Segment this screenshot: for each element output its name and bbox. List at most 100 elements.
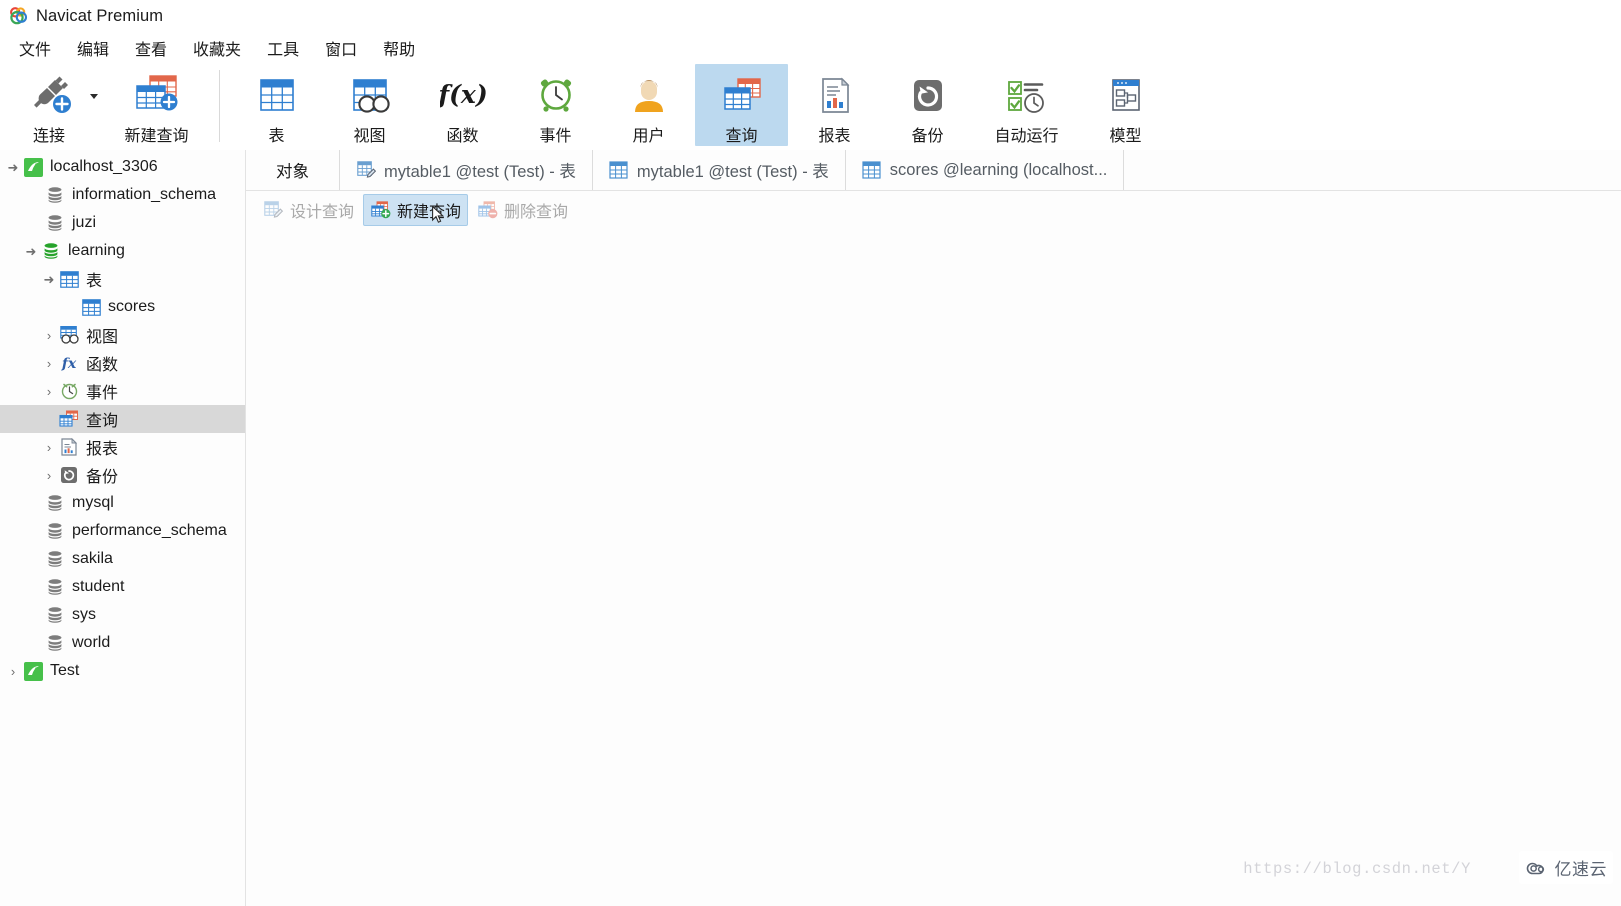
design-query-button[interactable]: 设计查询 [256, 195, 361, 225]
toolbar-button-model[interactable]: 模型 [1079, 64, 1172, 146]
tree-item-backups[interactable]: › 备份 [0, 461, 245, 489]
table-data-icon [609, 160, 629, 180]
menu-edit[interactable]: 编辑 [64, 33, 122, 63]
menu-file[interactable]: 文件 [6, 33, 64, 63]
chevron-right-icon[interactable]: › [40, 385, 58, 398]
chevron-down-icon[interactable]: ➜ [4, 161, 22, 174]
table-design-icon [356, 160, 376, 180]
tree-item-events[interactable]: › 事件 [0, 377, 245, 405]
tab-mytable1-data[interactable]: mytable1 @test (Test) - 表 [593, 150, 846, 190]
chevron-down-icon[interactable]: ➜ [40, 273, 58, 286]
new-query-button[interactable]: 新建查询 [363, 194, 469, 226]
tree-item-sakila[interactable]: › sakila [0, 545, 245, 573]
design-query-icon [263, 200, 285, 220]
tree-item-queries[interactable]: › 查询 [0, 405, 245, 433]
query-action-bar: 设计查询 新建查询 删除查询 [246, 191, 1621, 229]
twisty-spacer: › [62, 301, 80, 314]
tree-item-world[interactable]: › world [0, 629, 245, 657]
query-icon [719, 72, 765, 120]
tree-item-information-schema[interactable]: › information_schema [0, 181, 245, 209]
report-icon [58, 437, 80, 457]
twisty-spacer: › [26, 525, 44, 538]
tree-label: scores [108, 298, 156, 315]
toolbar-button-automation[interactable]: 自动运行 [974, 64, 1079, 146]
tree-item-localhost-3306[interactable]: ➜ localhost_3306 [0, 153, 245, 181]
database-gray-icon [44, 605, 66, 625]
body-area: ➜ localhost_3306 › information_schema › … [0, 150, 1621, 906]
toolbar-button-connection[interactable]: 连接 [10, 64, 88, 146]
event-clock-icon [533, 72, 579, 120]
tree-item-mysql[interactable]: › mysql [0, 489, 245, 517]
connection-dropdown-caret-icon[interactable] [90, 93, 98, 99]
chevron-right-icon[interactable]: › [40, 357, 58, 370]
connection-icon [22, 157, 44, 177]
toolbar-button-view[interactable]: 视图 [323, 64, 416, 146]
database-gray-icon [44, 577, 66, 597]
tree-item-sys[interactable]: › sys [0, 601, 245, 629]
database-green-icon [40, 241, 62, 261]
database-gray-icon [44, 633, 66, 653]
query-icon [58, 409, 80, 429]
tree-item-views[interactable]: › 视图 [0, 321, 245, 349]
toolbar-button-report[interactable]: 报表 [788, 64, 881, 146]
tab-objects[interactable]: 对象 [246, 150, 340, 190]
tree-item-reports[interactable]: › 报表 [0, 433, 245, 461]
database-gray-icon [44, 549, 66, 569]
navicat-logo-icon [8, 6, 29, 27]
tree-item-test[interactable]: › Test [0, 657, 245, 685]
toolbar-label-user: 用户 [632, 128, 665, 145]
action-label: 新建查询 [397, 204, 462, 221]
chevron-right-icon[interactable]: › [40, 469, 58, 482]
toolbar-label-automation: 自动运行 [994, 128, 1059, 145]
database-gray-icon [44, 213, 66, 233]
tab-mytable1-design[interactable]: mytable1 @test (Test) - 表 [340, 150, 593, 190]
table-data-icon [862, 160, 882, 180]
tree-item-tables[interactable]: ➜ 表 [0, 265, 245, 293]
toolbar-label-table: 表 [268, 128, 285, 145]
tree-label: 事件 [86, 385, 119, 402]
tab-scores-learning[interactable]: scores @learning (localhost... [846, 150, 1125, 190]
twisty-spacer: › [26, 581, 44, 594]
action-label: 删除查询 [504, 204, 569, 221]
watermark-url: https://blog.csdn.net/Y [1243, 860, 1471, 878]
toolbar-label-model: 模型 [1109, 128, 1142, 145]
tree-item-student[interactable]: › student [0, 573, 245, 601]
menu-favorites[interactable]: 收藏夹 [180, 33, 254, 63]
object-tree-sidebar[interactable]: ➜ localhost_3306 › information_schema › … [0, 150, 246, 906]
menu-tools[interactable]: 工具 [254, 33, 312, 63]
menu-window[interactable]: 窗口 [312, 33, 370, 63]
menu-help[interactable]: 帮助 [370, 33, 428, 63]
chevron-right-icon[interactable]: › [4, 665, 22, 678]
main-toolbar: 连接 新建查询 表 视图 f(x) 函数 事件 用户 查询 报表 备份 自动运行… [0, 64, 1621, 150]
tree-item-scores[interactable]: › scores [0, 293, 245, 321]
tree-label: performance_schema [72, 522, 227, 539]
delete-query-button[interactable]: 删除查询 [470, 195, 575, 225]
tree-item-functions[interactable]: › fx 函数 [0, 349, 245, 377]
toolbar-label-function: 函数 [446, 128, 479, 145]
connection-plug-icon [25, 72, 73, 120]
toolbar-button-table[interactable]: 表 [230, 64, 323, 146]
tree-item-learning[interactable]: ➜ learning [0, 237, 245, 265]
toolbar-button-user[interactable]: 用户 [602, 64, 695, 146]
chevron-down-icon[interactable]: ➜ [22, 245, 40, 258]
toolbar-button-new-query[interactable]: 新建查询 [104, 64, 209, 146]
toolbar-button-backup[interactable]: 备份 [881, 64, 974, 146]
backup-icon [905, 72, 951, 120]
svg-text:fx: fx [61, 356, 77, 372]
toolbar-label-new-query: 新建查询 [124, 128, 189, 145]
chevron-right-icon[interactable]: › [40, 329, 58, 342]
tree-label: sys [72, 606, 96, 623]
menu-view[interactable]: 查看 [122, 33, 180, 63]
tree-label: world [72, 634, 111, 651]
toolbar-button-event[interactable]: 事件 [509, 64, 602, 146]
menu-bar: 文件 编辑 查看 收藏夹 工具 窗口 帮助 [0, 32, 1621, 64]
toolbar-button-function[interactable]: f(x) 函数 [416, 64, 509, 146]
twisty-spacer: › [26, 553, 44, 566]
chevron-right-icon[interactable]: › [40, 441, 58, 454]
window-title: Navicat Premium [36, 6, 164, 25]
tree-label: mysql [72, 494, 114, 511]
tree-item-juzi[interactable]: › juzi [0, 209, 245, 237]
tree-label: information_schema [72, 186, 217, 203]
toolbar-button-query[interactable]: 查询 [695, 64, 788, 146]
tree-item-performance-schema[interactable]: › performance_schema [0, 517, 245, 545]
